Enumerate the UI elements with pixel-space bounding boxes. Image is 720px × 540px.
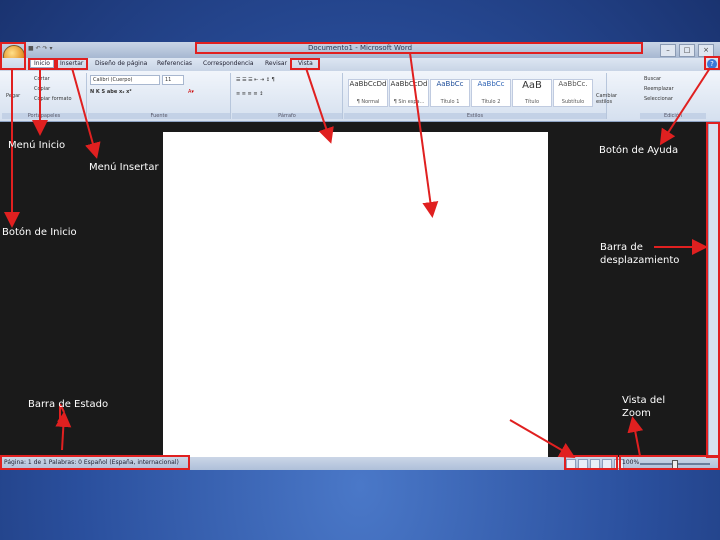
label-boton-ayuda: Botón de Ayuda bbox=[599, 145, 679, 156]
label-barra-estado: Barra de Estado bbox=[28, 399, 109, 410]
arrow-view-buttons bbox=[509, 419, 576, 459]
arrow-status-bar bbox=[55, 411, 72, 451]
arrow-help bbox=[659, 67, 711, 146]
annotation-arrows bbox=[4, 52, 711, 459]
arrow-title-bar bbox=[409, 52, 439, 218]
label-barra-desplazamiento: Barra de desplazamiento bbox=[600, 242, 680, 266]
label-boton-inicio: Botón de Inicio bbox=[2, 227, 77, 238]
label-menu-inicio: Menú Inicio bbox=[8, 140, 66, 151]
label-barra-titulo: Barra de Título bbox=[390, 219, 465, 230]
label-menu-vista: Menú Vista bbox=[322, 146, 378, 157]
arrow-menu-insertar bbox=[71, 67, 101, 159]
label-menu-insertar: Menú Insertar bbox=[89, 162, 159, 173]
label-barra-visualizacion: Barra de Visualización del documento bbox=[401, 389, 531, 413]
label-vista-zoom: Vista del Zoom bbox=[622, 395, 666, 419]
arrow-zoom bbox=[627, 416, 644, 457]
arrow-menu-vista bbox=[305, 67, 334, 144]
